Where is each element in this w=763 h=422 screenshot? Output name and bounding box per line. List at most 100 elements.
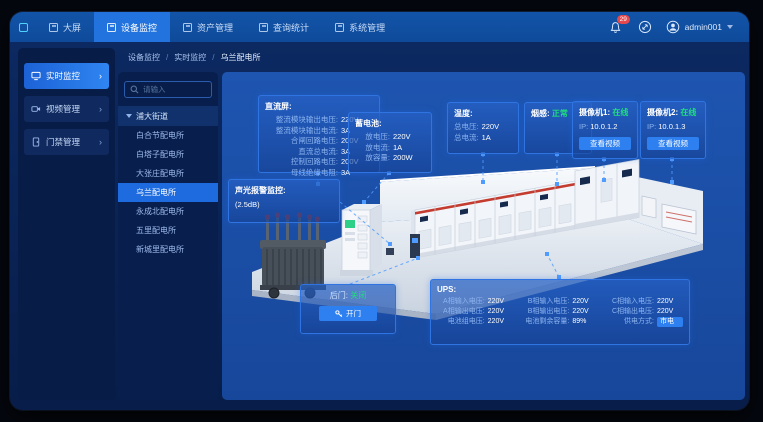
card-title: 蓄电池: <box>355 118 425 129</box>
field-label: 放容量: <box>355 153 390 164</box>
monitor-icon <box>31 71 41 81</box>
main-panel: 直流屏: 整流模块输出电压:220V 整流模块输出电流:3A 合闸回路电压:20… <box>222 72 745 400</box>
fullscreen-button[interactable] <box>637 19 653 35</box>
tab-asset-management[interactable]: 资产管理 <box>170 12 246 42</box>
ups-grid: A相输入电压:220V A相输出电压:220V 电池组电压:220V B相输入电… <box>437 297 683 327</box>
card-title: 摄像机2: 在线 <box>647 107 699 118</box>
breadcrumb-separator: / <box>166 53 168 62</box>
breadcrumb-item[interactable]: 设备监控 <box>128 52 160 63</box>
sidebar-item-realtime-monitor[interactable]: 实时监控 › <box>24 63 109 89</box>
logo-icon <box>19 23 28 32</box>
breadcrumb: 设备监控 / 实时监控 / 乌兰配电所 <box>118 46 743 68</box>
sidebar-item-access-control[interactable]: 门禁管理 › <box>24 129 109 155</box>
ups-col-c: C相输入电压:220V C相输出电压:220V 供电方式:市电 <box>606 297 683 327</box>
camera2-status: 在线 <box>680 108 696 117</box>
view-video-button[interactable]: 查看视频 <box>579 137 631 150</box>
tree-item[interactable]: 大张庄配电所 <box>118 164 218 183</box>
card-title: 直流屏: <box>265 101 373 112</box>
ups-col-b: B相输入电压:220V B相输出电压:220V 电池剩余容量:89% <box>522 297 599 327</box>
notification-bell-button[interactable]: 29 <box>608 19 624 35</box>
field-label: 整流模块输出电压: <box>265 115 338 126</box>
gear-icon <box>335 23 344 32</box>
tab-label: 资产管理 <box>197 21 233 34</box>
key-icon <box>335 310 343 318</box>
field-label: 放电压: <box>355 132 390 143</box>
sidebar-item-label: 门禁管理 <box>46 136 80 148</box>
tab-query-stats[interactable]: 查询统计 <box>246 12 322 42</box>
ups-col-a: A相输入电压:220V A相输出电压:220V 电池组电压:220V <box>437 297 514 327</box>
tree-item[interactable]: 永成北配电所 <box>118 202 218 221</box>
tab-label: 查询统计 <box>273 21 309 34</box>
user-name: admin001 <box>685 22 722 32</box>
stats-icon <box>259 23 268 32</box>
fullscreen-icon <box>638 20 652 34</box>
ip-label: IP: <box>647 122 656 131</box>
tree-item[interactable]: 五里配电所 <box>118 221 218 240</box>
alarm-monitor-card: 声光报警监控: (2.5dB) <box>228 179 340 223</box>
station-tree-panel: 浦大街道 白合节配电所 白塔子配电所 大张庄配电所 乌兰配电所 永成北配电所 五… <box>118 72 218 400</box>
field-label: 控制回路电压: <box>265 157 338 168</box>
battery-cabinet-3d <box>340 204 382 276</box>
chevron-down-icon <box>727 25 733 29</box>
field-label: 整流模块输出电流: <box>265 126 338 137</box>
chevron-right-icon: › <box>99 71 102 81</box>
tab-dashboard[interactable]: 大屏 <box>36 12 94 42</box>
field-label: 合闸回路电压: <box>265 136 338 147</box>
field-value: 200W <box>393 153 425 164</box>
camera2-card: 摄像机2: 在线 IP: 10.0.1.3 查看视频 <box>640 101 706 159</box>
field-value: 1A <box>393 143 425 154</box>
avatar-icon <box>666 20 680 34</box>
sidebar-item-label: 实时监控 <box>46 70 80 82</box>
field-label: 直流总电流: <box>265 147 338 158</box>
tab-system-management[interactable]: 系统管理 <box>322 12 398 42</box>
tree-item[interactable]: 新城里配电所 <box>118 240 218 259</box>
view-video-button[interactable]: 查看视频 <box>647 137 699 150</box>
camera1-ip: 10.0.1.2 <box>590 122 617 131</box>
alarm-value: (2.5dB) <box>235 200 260 209</box>
tree-item[interactable]: 白塔子配电所 <box>118 145 218 164</box>
breadcrumb-item-current: 乌兰配电所 <box>220 52 260 63</box>
tab-device-monitor[interactable]: 设备监控 <box>94 12 170 42</box>
tree-search-input[interactable] <box>143 85 206 94</box>
door-label: 后门: <box>330 291 348 300</box>
power-mode-tag: 市电 <box>657 317 683 327</box>
tree-item[interactable]: 白合节配电所 <box>118 126 218 145</box>
search-icon <box>130 85 139 94</box>
field-label: 放电流: <box>355 143 390 154</box>
door-status-line: 后门: 关闭 <box>307 290 389 301</box>
tree-root-label: 浦大街道 <box>136 111 168 122</box>
door-icon <box>31 137 41 147</box>
field-value: 220V <box>482 122 514 133</box>
camera2-ip: 10.0.1.3 <box>658 122 685 131</box>
tree-root-node[interactable]: 浦大街道 <box>118 106 218 126</box>
card-title: UPS: <box>437 285 683 294</box>
field-value: 220V <box>393 132 425 143</box>
app-logo <box>10 12 36 42</box>
breadcrumb-separator: / <box>212 53 214 62</box>
tree-expand-icon <box>126 114 132 118</box>
top-nav: 大屏 设备监控 资产管理 查询统计 系统管理 <box>36 12 398 42</box>
card-title: 温度: <box>454 108 512 119</box>
battery-card: 蓄电池: 放电压:220V 放电流:1A 放容量:200W <box>348 112 432 173</box>
door-control-card: 后门: 关闭 开门 <box>300 284 396 334</box>
tab-label: 系统管理 <box>349 21 385 34</box>
field-label: 总电流: <box>454 133 479 144</box>
tab-label: 设备监控 <box>121 21 157 34</box>
notification-badge: 29 <box>617 15 630 24</box>
user-menu[interactable]: admin001 <box>666 20 733 34</box>
card-title: 声光报警监控: <box>235 185 333 196</box>
app-window: 大屏 设备监控 资产管理 查询统计 系统管理 <box>10 12 749 410</box>
access-panel-3d <box>410 234 420 258</box>
video-camera-icon <box>31 104 41 114</box>
sidebar: 实时监控 › 视频管理 › 门禁管理 › <box>18 48 115 400</box>
smoke-status: 正常 <box>552 109 568 118</box>
chevron-right-icon: › <box>99 104 102 114</box>
ip-label: IP: <box>579 122 588 131</box>
open-door-button[interactable]: 开门 <box>319 306 377 321</box>
tree-item-selected[interactable]: 乌兰配电所 <box>118 183 218 202</box>
topbar-right: 29 admin001 <box>608 12 749 42</box>
breadcrumb-item[interactable]: 实时监控 <box>174 52 206 63</box>
screen-icon <box>49 23 58 32</box>
camera1-status: 在线 <box>612 108 628 117</box>
sidebar-item-video-management[interactable]: 视频管理 › <box>24 96 109 122</box>
